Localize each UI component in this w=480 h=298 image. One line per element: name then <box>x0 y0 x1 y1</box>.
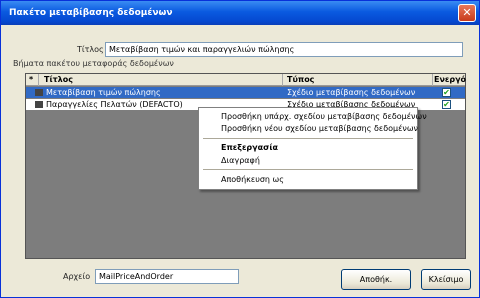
row-type: Σχέδιο μεταβίβασης δεδομένων <box>287 88 416 97</box>
menu-item-delete[interactable]: Διαγραφή <box>221 156 260 165</box>
menu-item-add-existing-plan[interactable]: Προσθήκη υπάρχ. σχεδίου μεταβίβασης δεδο… <box>221 112 427 121</box>
column-header-active[interactable]: Ενεργό <box>434 75 466 84</box>
close-button[interactable]: Κλείσιμο <box>421 269 471 290</box>
steps-group-label: Βήματα πακέτου μεταφοράς δεδομένων <box>13 59 174 68</box>
active-checkbox[interactable]: ✔ <box>442 88 451 97</box>
row-indicator: * <box>29 75 34 84</box>
column-header-type[interactable]: Τύπος <box>287 75 314 84</box>
title-input[interactable]: Μεταβίβαση τιμών και παραγγελιών πώλησης <box>105 42 463 57</box>
dialog-title: Πακέτο μεταβίβασης δεδομένων <box>1 1 479 25</box>
title-label: Τίτλος <box>77 45 104 54</box>
menu-separator <box>203 138 413 139</box>
transfer-step-icon <box>35 101 43 108</box>
transfer-step-icon <box>35 89 43 96</box>
file-input[interactable]: MailPriceAndOrder <box>95 269 239 284</box>
close-window-button[interactable]: ✕ <box>458 4 476 22</box>
column-header-title[interactable]: Τίτλος <box>44 75 73 84</box>
menu-item-add-new-plan[interactable]: Προσθήκη νέου σχεδίου μεταβίβασης δεδομέ… <box>221 124 418 133</box>
context-menu: Προσθήκη υπάρχ. σχεδίου μεταβίβασης δεδο… <box>198 107 427 190</box>
menu-separator <box>203 169 413 170</box>
close-icon: ✕ <box>462 6 472 19</box>
file-label: Αρχείο <box>63 272 91 281</box>
save-button[interactable]: Αποθήκ. <box>341 269 411 290</box>
menu-item-edit[interactable]: Επεξεργασία <box>221 143 278 152</box>
table-row[interactable]: Μεταβίβαση τιμών πώλησης Σχέδιο μεταβίβα… <box>26 87 465 98</box>
menu-item-save-as[interactable]: Αποθήκευση ως <box>221 175 284 184</box>
active-checkbox[interactable]: ✔ <box>442 100 451 109</box>
transfer-package-dialog: Πακέτο μεταβίβασης δεδομένων ✕ Τίτλος Με… <box>0 0 480 298</box>
row-title: Μεταβίβαση τιμών πώλησης <box>46 88 161 97</box>
list-header: * Τίτλος Τύπος Ενεργό <box>26 74 466 86</box>
